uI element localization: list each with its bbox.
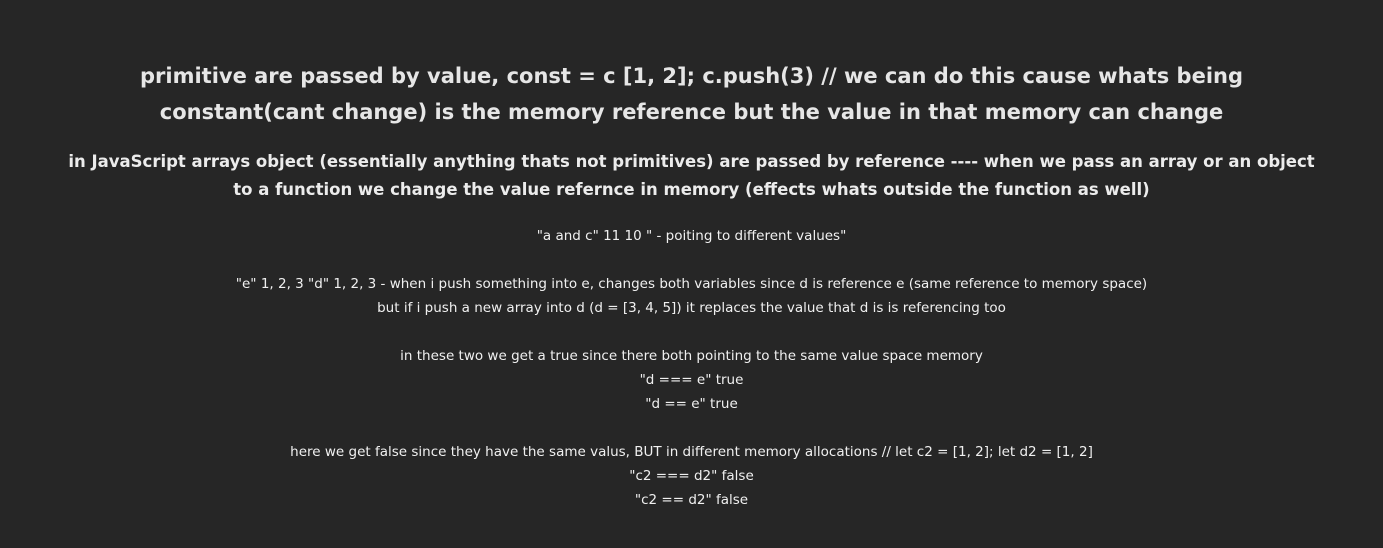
main-heading: primitive are passed by value, const = c… bbox=[139, 64, 1244, 124]
output-line-loose-equal-true: "d == e" true bbox=[645, 396, 738, 412]
output-line-push-new-array: but if i push a new array into d (d = [3… bbox=[377, 300, 1006, 316]
sub-heading: in JavaScript arrays object (essentially… bbox=[68, 152, 1315, 199]
output-line-loose-equal-false: "c2 == d2" false bbox=[634, 492, 749, 508]
output-line-false-explanation: here we get false since they have the sa… bbox=[290, 444, 1093, 460]
output-line-strict-equal-false: "c2 === d2" false bbox=[629, 468, 754, 484]
page-content: primitive are passed by value, const = c… bbox=[0, 0, 1383, 548]
output-line-e-d: "e" 1, 2, 3 "d" 1, 2, 3 - when i push so… bbox=[235, 276, 1148, 292]
output-line-a-and-c: "a and c" 11 10 " - poiting to different… bbox=[536, 228, 847, 244]
output-line-strict-equal-true: "d === e" true bbox=[639, 372, 744, 388]
output-line-true-explanation: in these two we get a true since there b… bbox=[400, 348, 983, 364]
